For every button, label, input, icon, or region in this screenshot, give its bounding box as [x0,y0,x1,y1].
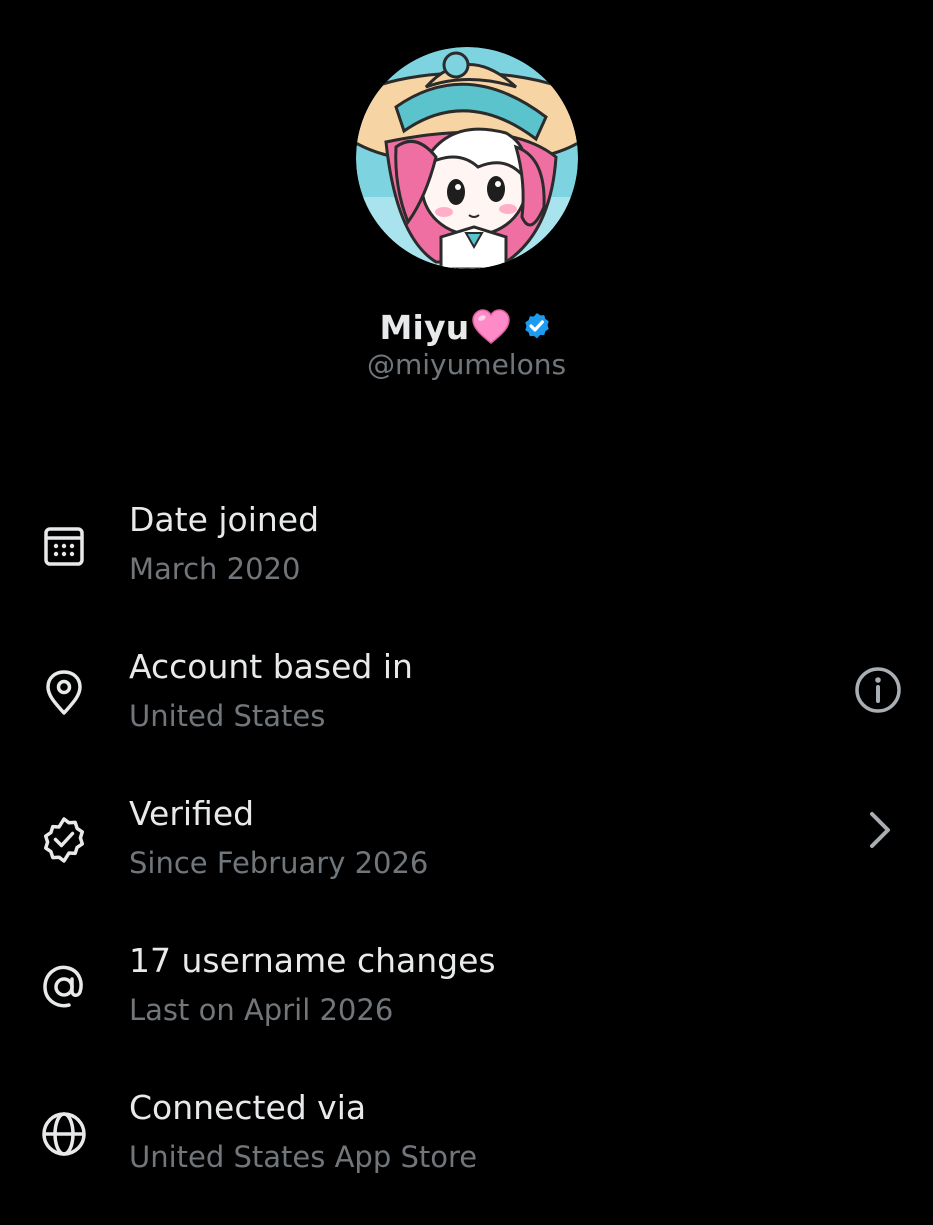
list-item-account-based-in: Account based in United States [0,637,933,784]
profile-name-row: Miyu [0,302,933,352]
row-title: 17 username changes [129,941,496,980]
at-sign-icon [38,961,90,1013]
verified-badge-icon[interactable] [521,311,553,343]
row-subtitle: Since February 2026 [129,846,429,880]
display-name: Miyu [379,307,470,347]
row-title: Connected via [129,1088,367,1127]
globe-icon [38,1108,90,1160]
list-item-verified[interactable]: Verified Since February 2026 [0,784,933,931]
chevron-right-icon[interactable] [854,804,906,856]
list-item-date-joined: Date joined March 2020 [0,490,933,637]
anime-girl-avatar-image [356,47,578,269]
row-title: Date joined [129,500,320,539]
row-subtitle: Last on April 2026 [129,993,394,1027]
location-pin-icon [38,667,90,719]
list-item-username-changes: 17 username changes Last on April 2026 [0,931,933,1078]
row-subtitle: United States App Store [129,1140,478,1174]
pink-heart-icon [471,309,511,345]
verified-outline-icon [38,814,90,866]
row-subtitle: March 2020 [129,552,301,586]
username-handle: @miyumelons [366,348,567,381]
row-title: Verified [129,794,255,833]
row-subtitle: United States [129,699,326,733]
list-item-connected-via: Connected via United States App Store [0,1078,933,1225]
info-icon[interactable] [852,664,904,716]
account-info-list: Date joined March 2020 Account based in … [0,490,933,1225]
row-title: Account based in [129,647,413,686]
avatar[interactable] [356,47,578,269]
calendar-icon [38,520,90,572]
